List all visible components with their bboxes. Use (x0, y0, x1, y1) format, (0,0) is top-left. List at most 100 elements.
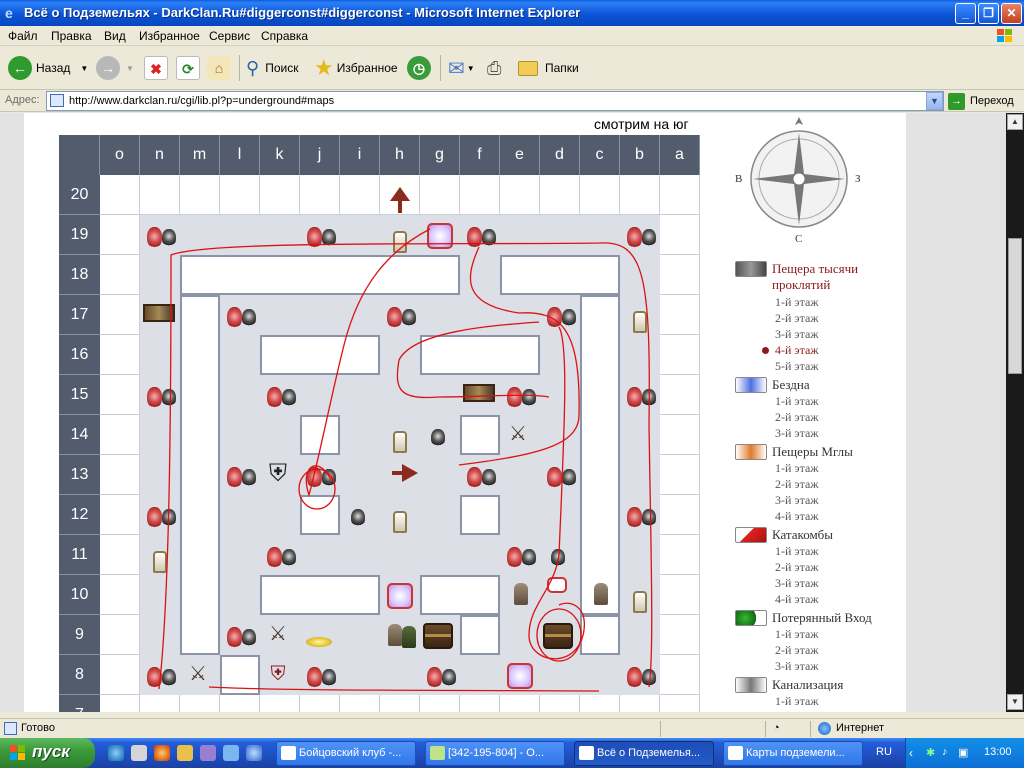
floor-link[interactable]: 3-й этаж (775, 426, 819, 441)
forward-dropdown-icon[interactable]: ▼ (126, 64, 134, 73)
location-label: Пещеры Мглы (772, 444, 853, 459)
back-arrow-icon: ← (8, 56, 32, 80)
floor-link[interactable]: 1-й этаж (775, 627, 819, 642)
scroll-up-icon[interactable]: ▲ (1007, 114, 1023, 130)
floor-link[interactable]: 2-й этаж (775, 643, 819, 658)
menu-view[interactable]: Вид (104, 29, 126, 43)
window-icon (728, 746, 743, 760)
folders-button[interactable]: Папки (518, 53, 579, 83)
mail-dropdown-icon[interactable]: ▼ (467, 64, 475, 73)
floor-link[interactable]: 4-й этаж (775, 592, 819, 607)
task-button[interactable]: [342-195-804] - O... (425, 741, 565, 766)
go-arrow-icon: → (948, 92, 965, 110)
floor-link[interactable]: 3-й этаж (775, 659, 819, 674)
page-icon (50, 94, 64, 107)
close-button[interactable]: ✕ (1001, 3, 1022, 24)
refresh-icon: ⟳ (176, 56, 200, 80)
menu-file[interactable]: Файл (8, 29, 38, 43)
scroll-thumb[interactable] (1008, 238, 1022, 374)
menu-favorites[interactable]: Избранное (139, 29, 200, 43)
app-quicklaunch-icon[interactable] (223, 745, 239, 761)
floor-link-active[interactable]: 4-й этаж (762, 343, 819, 358)
print-icon: ⎙ (487, 57, 502, 78)
floor-link[interactable]: 1-й этаж (775, 295, 819, 310)
task-label: Бойцовский клуб -... (299, 747, 402, 759)
maximize-button[interactable]: ❐ (978, 3, 999, 24)
windows-logo-icon (997, 29, 1012, 42)
task-button[interactable]: Бойцовский клуб -... (276, 741, 416, 766)
location-abyss[interactable]: Бездна (735, 377, 810, 393)
task-button-active[interactable]: Всё о Подземелья... (574, 741, 714, 766)
page-left-margin (0, 113, 24, 712)
floor-link[interactable]: 1-й этаж (775, 394, 819, 409)
floor-link[interactable]: 2-й этаж (775, 477, 819, 492)
floor-link[interactable]: 5-й этаж (775, 359, 819, 374)
window-icon (579, 746, 594, 760)
stop-button[interactable]: ✖ (144, 53, 168, 83)
floor-link[interactable]: 3-й этаж (775, 493, 819, 508)
mail-icon: ✉ (448, 57, 465, 80)
ie-quicklaunch-icon[interactable] (108, 745, 124, 761)
floor-link[interactable]: 3-й этаж (775, 327, 819, 342)
forward-arrow-icon: → (96, 56, 120, 80)
history-icon: ◷ (407, 56, 431, 80)
taskbar: пуск Бойцовский клуб -... [342-195-804] … (0, 738, 1024, 768)
print-button[interactable]: ⎙ (487, 53, 501, 83)
compass: В З С (735, 115, 861, 245)
home-button[interactable]: ⌂ (207, 53, 231, 83)
address-dropdown-icon[interactable]: ▼ (926, 92, 943, 110)
address-bar: Адрес: ▼ → Переход (0, 90, 1024, 112)
search-button[interactable]: ⚲ Поиск (246, 53, 298, 83)
media-quicklaunch-icon[interactable] (154, 745, 170, 761)
refresh-button[interactable]: ⟳ (176, 53, 200, 83)
vertical-scrollbar[interactable]: ▲ ▼ (1006, 113, 1024, 712)
floor-link[interactable]: 2-й этаж (775, 311, 819, 326)
network-icon[interactable]: ✱ (926, 746, 935, 759)
floor-link[interactable]: 1-й этаж (775, 461, 819, 476)
history-button[interactable]: ◷ (407, 53, 431, 83)
location-mist-caves[interactable]: Пещеры Мглы (735, 444, 853, 460)
tray-app-icon[interactable]: ▣ (958, 746, 968, 759)
mist-caves-icon (735, 444, 767, 460)
compass-east-label: З (855, 173, 861, 185)
task-button[interactable]: Карты подземели... (723, 741, 863, 766)
floor-link[interactable]: 3-й этаж (775, 576, 819, 591)
menu-help[interactable]: Справка (261, 29, 308, 43)
home-icon: ⌂ (207, 56, 231, 80)
start-button[interactable]: пуск (0, 738, 95, 768)
mail-button[interactable]: ✉ ▼ (448, 53, 475, 83)
scroll-down-icon[interactable]: ▼ (1007, 694, 1023, 710)
floor-link[interactable]: 4-й этаж (775, 509, 819, 524)
minimize-button[interactable]: _ (955, 3, 976, 24)
floor-link[interactable]: 1-й этаж (775, 694, 819, 709)
location-lost-entrance[interactable]: Потерянный Вход (735, 610, 872, 626)
language-indicator[interactable]: RU (876, 746, 892, 758)
title-bar[interactable]: e Всё о Подземельях - DarkClan.Ru#digger… (0, 0, 1024, 26)
floor-link[interactable]: 1-й этаж (775, 544, 819, 559)
floor-link[interactable]: 2-й этаж (775, 410, 819, 425)
app-quicklaunch-icon[interactable] (246, 745, 262, 761)
stop-icon: ✖ (144, 56, 168, 80)
location-cave[interactable]: Пещера тысячи проклятий (735, 261, 897, 293)
go-button[interactable]: → Переход (948, 91, 1014, 111)
location-sewer[interactable]: Канализация (735, 677, 843, 693)
document-quicklaunch-icon[interactable] (131, 745, 147, 761)
privacy-icon[interactable]: ◔ (773, 722, 780, 734)
back-dropdown-icon[interactable]: ▼ (80, 64, 88, 73)
menu-tools[interactable]: Сервис (209, 29, 250, 43)
back-button[interactable]: ← Назад ▼ (8, 53, 88, 83)
forward-button[interactable]: → ▼ (96, 53, 134, 83)
floor-link[interactable]: 2-й этаж (775, 560, 819, 575)
location-catacombs[interactable]: Катакомбы (735, 527, 833, 543)
favorites-button[interactable]: ★ Избранное (314, 53, 398, 83)
app-quicklaunch-icon[interactable] (200, 745, 216, 761)
volume-icon[interactable]: ♪ (942, 746, 948, 758)
tray-expand-icon[interactable]: ‹ (909, 746, 913, 760)
clock[interactable]: 13:00 (984, 746, 1012, 758)
tool-quicklaunch-icon[interactable] (177, 745, 193, 761)
folder-icon (518, 60, 538, 76)
toolbar: ← Назад ▼ → ▼ ✖ ⟳ ⌂ ⚲ Поиск ★ Избранное … (0, 47, 1024, 90)
address-input[interactable] (46, 91, 944, 111)
menu-edit[interactable]: Правка (51, 29, 92, 43)
chat-window-icon (430, 746, 445, 760)
